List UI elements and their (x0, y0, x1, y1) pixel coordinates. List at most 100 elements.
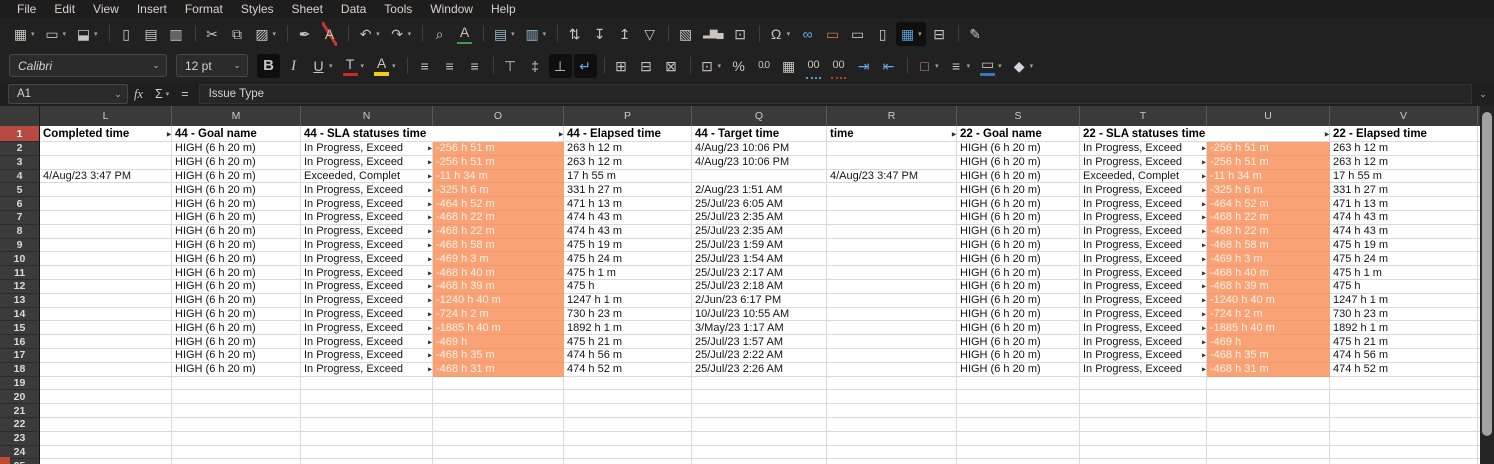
vertical-scrollbar-thumb[interactable] (1482, 112, 1492, 436)
row-header-7[interactable]: 7 (0, 211, 40, 225)
cell-L17[interactable] (40, 349, 172, 363)
cell-U11[interactable]: -468 h 40 m (1207, 266, 1330, 280)
chevron-down-icon[interactable]: ▾ (918, 30, 922, 38)
cell-T11[interactable]: In Progress, Exceed▸ (1080, 266, 1207, 280)
menu-item-sheet[interactable]: Sheet (283, 1, 332, 17)
cell-S23[interactable] (957, 432, 1080, 446)
cell-L10[interactable] (40, 252, 172, 266)
chevron-down-icon[interactable]: ▾ (998, 62, 1002, 70)
cell-O18[interactable]: -468 h 31 m (433, 363, 564, 377)
hyperlink-button[interactable]: ∞ (796, 22, 819, 46)
cell-P7[interactable]: 474 h 43 m (564, 211, 692, 225)
cell-N10[interactable]: In Progress, Exceed▸ (301, 252, 433, 266)
cell-S9[interactable]: HIGH (6 h 20 m) (957, 239, 1080, 253)
cell-M11[interactable]: HIGH (6 h 20 m) (172, 266, 301, 280)
cell-N11[interactable]: In Progress, Exceed▸ (301, 266, 433, 280)
align-left-button[interactable]: ≡ (413, 54, 436, 78)
cell-O10[interactable]: -469 h 3 m (433, 252, 564, 266)
cell-L19[interactable] (40, 377, 172, 391)
chevron-down-icon[interactable]: ⌄ (109, 89, 127, 100)
add-decimal-place-button[interactable]: 00 (802, 54, 825, 78)
cell-V13[interactable]: 1247 h 1 m (1330, 294, 1478, 308)
cell-U23[interactable] (1207, 432, 1330, 446)
sort-button[interactable]: ⇅ (563, 22, 586, 46)
cell-P22[interactable] (564, 418, 692, 432)
cell-R17[interactable] (827, 349, 957, 363)
column-header-R[interactable]: R (827, 106, 957, 126)
cell-P17[interactable]: 474 h 56 m (564, 349, 692, 363)
column-header-M[interactable]: M (172, 106, 301, 126)
cell-L24[interactable] (40, 446, 172, 460)
cell-U14[interactable]: -724 h 2 m (1207, 308, 1330, 322)
cell-U15[interactable]: -1885 h 40 m (1207, 321, 1330, 335)
cell-U3[interactable]: -256 h 51 m (1207, 156, 1330, 170)
cell-L8[interactable] (40, 225, 172, 239)
cell-R6[interactable] (827, 197, 957, 211)
cell-L3[interactable] (40, 156, 172, 170)
cell-V18[interactable]: 474 h 52 m (1330, 363, 1478, 377)
cell-Q8[interactable]: 25/Jul/23 2:35 AM (692, 225, 827, 239)
wrap-text-button[interactable]: ↵ (574, 54, 597, 78)
cell-V3[interactable]: 263 h 12 m (1330, 156, 1478, 170)
format-as-number-button[interactable]: 0.0 (752, 54, 775, 78)
format-as-currency-button[interactable]: ⊡▾ (696, 54, 726, 78)
cell-N15[interactable]: In Progress, Exceed▸ (301, 321, 433, 335)
unmerge-cells-button[interactable]: ⊠ (660, 54, 683, 78)
expand-formula-bar-icon[interactable]: ⌄ (1472, 89, 1494, 100)
cell-S7[interactable]: HIGH (6 h 20 m) (957, 211, 1080, 225)
cell-V8[interactable]: 474 h 43 m (1330, 225, 1478, 239)
cell-T20[interactable] (1080, 390, 1207, 404)
insert-chart-button[interactable]: ▂▆▄ (699, 22, 726, 46)
sort-ascending-button[interactable]: ↧ (588, 22, 611, 46)
menu-item-edit[interactable]: Edit (45, 1, 84, 17)
menu-item-help[interactable]: Help (482, 1, 525, 17)
cell-P9[interactable]: 475 h 19 m (564, 239, 692, 253)
cell-P12[interactable]: 475 h (564, 280, 692, 294)
cell-R10[interactable] (827, 252, 957, 266)
chevron-down-icon[interactable]: ▾ (329, 62, 333, 70)
align-bottom-button[interactable]: ⊥ (549, 54, 572, 78)
open-file-button[interactable]: ▭▾ (41, 22, 71, 46)
cell-P13[interactable]: 1247 h 1 m (564, 294, 692, 308)
cell-L18[interactable] (40, 363, 172, 377)
row-header-2[interactable]: 2 (0, 142, 40, 156)
cell-N21[interactable] (301, 404, 433, 418)
cell-M7[interactable]: HIGH (6 h 20 m) (172, 211, 301, 225)
cell-U4[interactable]: -11 h 34 m (1207, 170, 1330, 184)
cell-Q16[interactable]: 25/Jul/23 1:57 AM (692, 335, 827, 349)
cell-R11[interactable] (827, 266, 957, 280)
cell-Q9[interactable]: 25/Jul/23 1:59 AM (692, 239, 827, 253)
cell-P10[interactable]: 475 h 24 m (564, 252, 692, 266)
row-header-6[interactable]: 6 (0, 197, 40, 211)
cell-V19[interactable] (1330, 377, 1478, 391)
cell-T17[interactable]: In Progress, Exceed▸ (1080, 349, 1207, 363)
cell-Q22[interactable] (692, 418, 827, 432)
cell-T1[interactable]: 22 - SLA statuses time (1080, 126, 1207, 142)
cell-O24[interactable] (433, 446, 564, 460)
row-header-18[interactable]: 18 (0, 363, 40, 377)
function-wizard-button[interactable]: fx (128, 87, 149, 102)
cell-O3[interactable]: -256 h 51 m (433, 156, 564, 170)
chevron-down-icon[interactable]: ▾ (376, 30, 380, 38)
cell-R9[interactable] (827, 239, 957, 253)
menu-item-insert[interactable]: Insert (128, 1, 176, 17)
pivot-table-button[interactable]: ⊡ (729, 22, 752, 46)
cell-P21[interactable] (564, 404, 692, 418)
chevron-down-icon[interactable]: ▾ (718, 62, 722, 70)
decrease-indent-button[interactable]: ⇤ (877, 54, 900, 78)
menu-item-window[interactable]: Window (421, 1, 482, 17)
cell-P6[interactable]: 471 h 13 m (564, 197, 692, 211)
print-button[interactable]: ▤ (140, 22, 163, 46)
cell-L20[interactable] (40, 390, 172, 404)
cell-S11[interactable]: HIGH (6 h 20 m) (957, 266, 1080, 280)
rows-button[interactable]: ▤▾ (489, 22, 519, 46)
cell-N1[interactable]: 44 - SLA statuses time (301, 126, 433, 142)
cell-Q24[interactable] (692, 446, 827, 460)
cell-Q17[interactable]: 25/Jul/23 2:22 AM (692, 349, 827, 363)
row-header-20[interactable]: 20 (0, 390, 40, 404)
cell-M5[interactable]: HIGH (6 h 20 m) (172, 183, 301, 197)
cell-V25[interactable] (1330, 459, 1478, 464)
cell-M3[interactable]: HIGH (6 h 20 m) (172, 156, 301, 170)
cell-U5[interactable]: -325 h 6 m (1207, 183, 1330, 197)
cell-V24[interactable] (1330, 446, 1478, 460)
